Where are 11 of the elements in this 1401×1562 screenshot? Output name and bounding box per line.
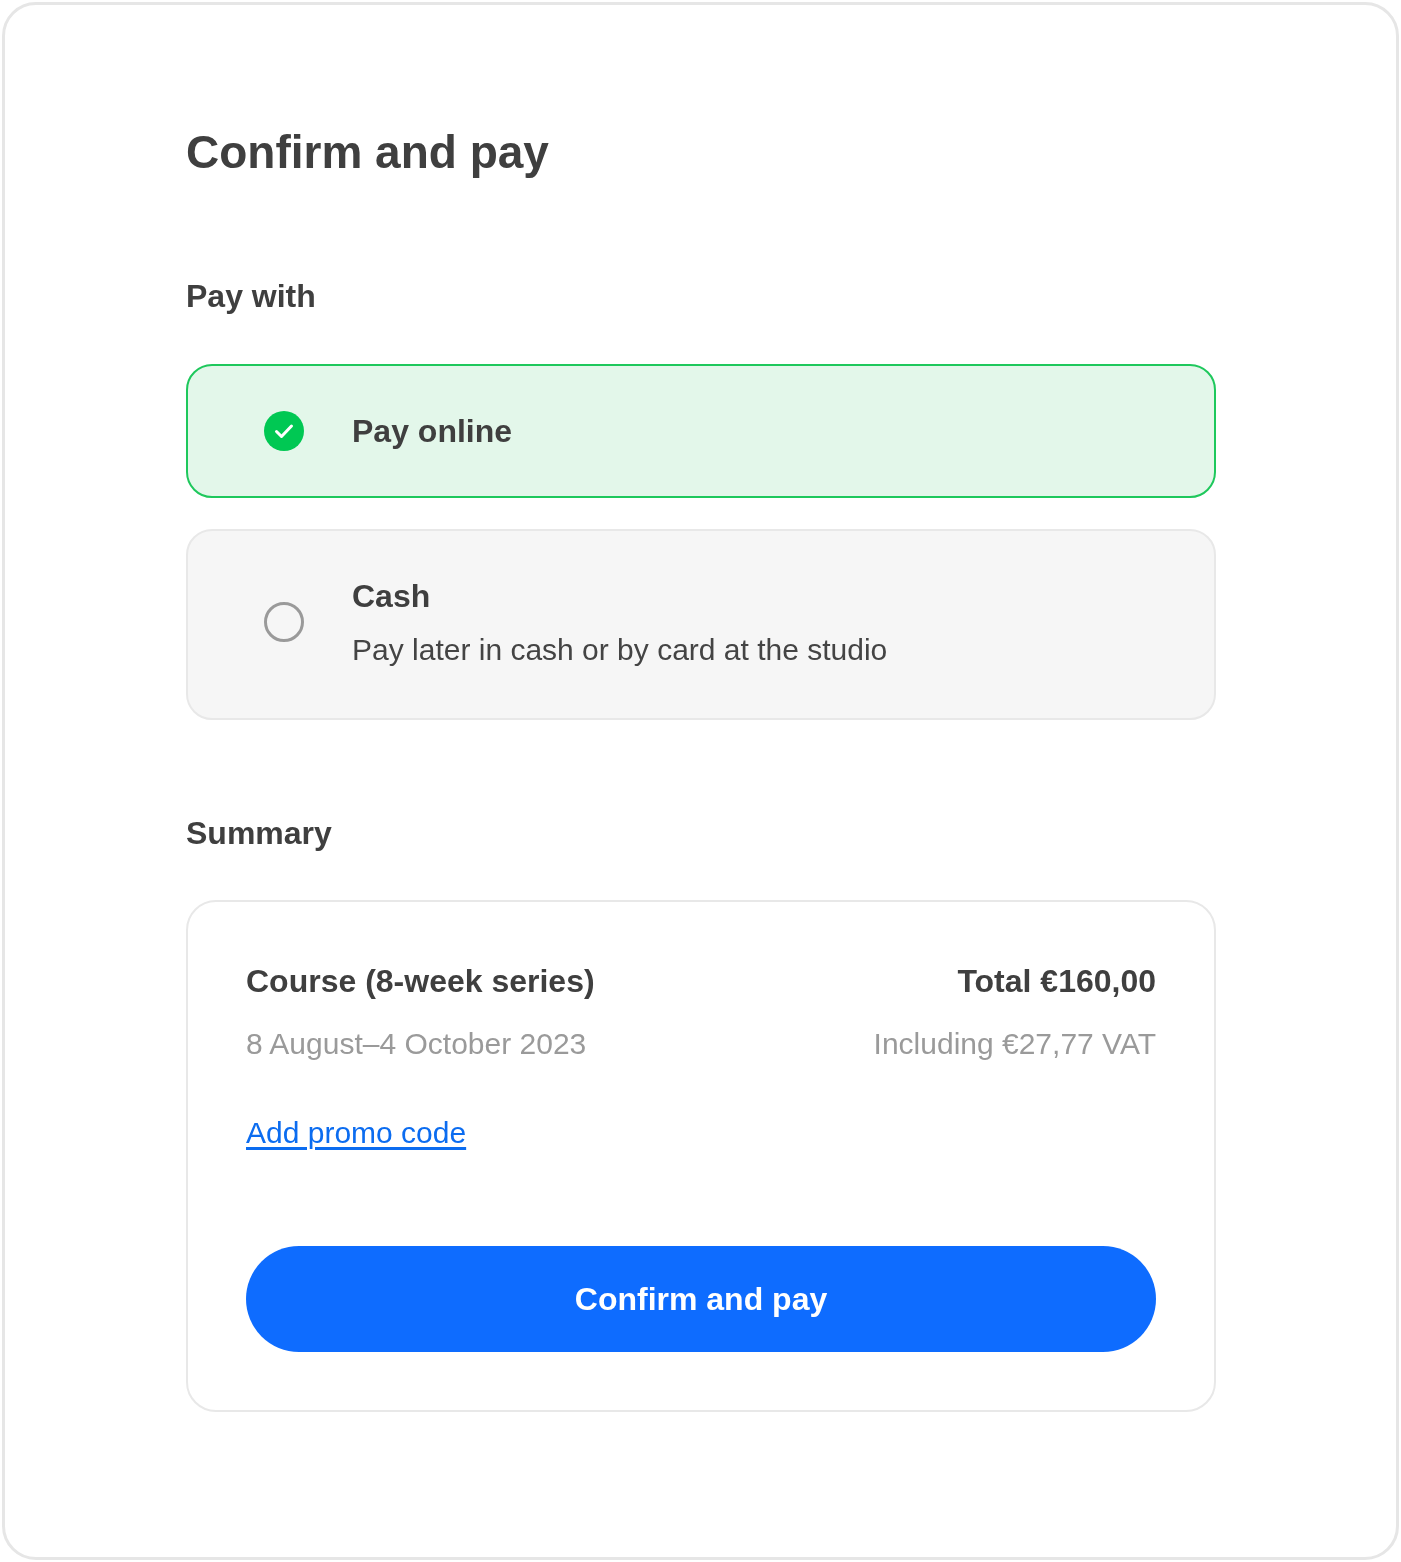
page-title: Confirm and pay <box>186 125 549 180</box>
payment-option[interactable]: Cash Pay later in cash or by card at the studio <box>186 529 1216 720</box>
promo-code-link[interactable]: Add promo code <box>246 1115 467 1151</box>
section-heading: Summary <box>186 814 332 853</box>
section-heading: Pay with <box>186 277 316 316</box>
total-price: Total €160,00 <box>957 962 1156 1001</box>
payment-option[interactable]: Pay online <box>186 364 1216 498</box>
course-name: Course (8-week series) <box>246 962 595 1001</box>
course-dates: 8 August–4 October 2023 <box>246 1026 587 1062</box>
confirm-pay-button[interactable]: Confirm and pay <box>246 1246 1156 1352</box>
vat-note: Including €27,77 VAT <box>873 1026 1156 1062</box>
